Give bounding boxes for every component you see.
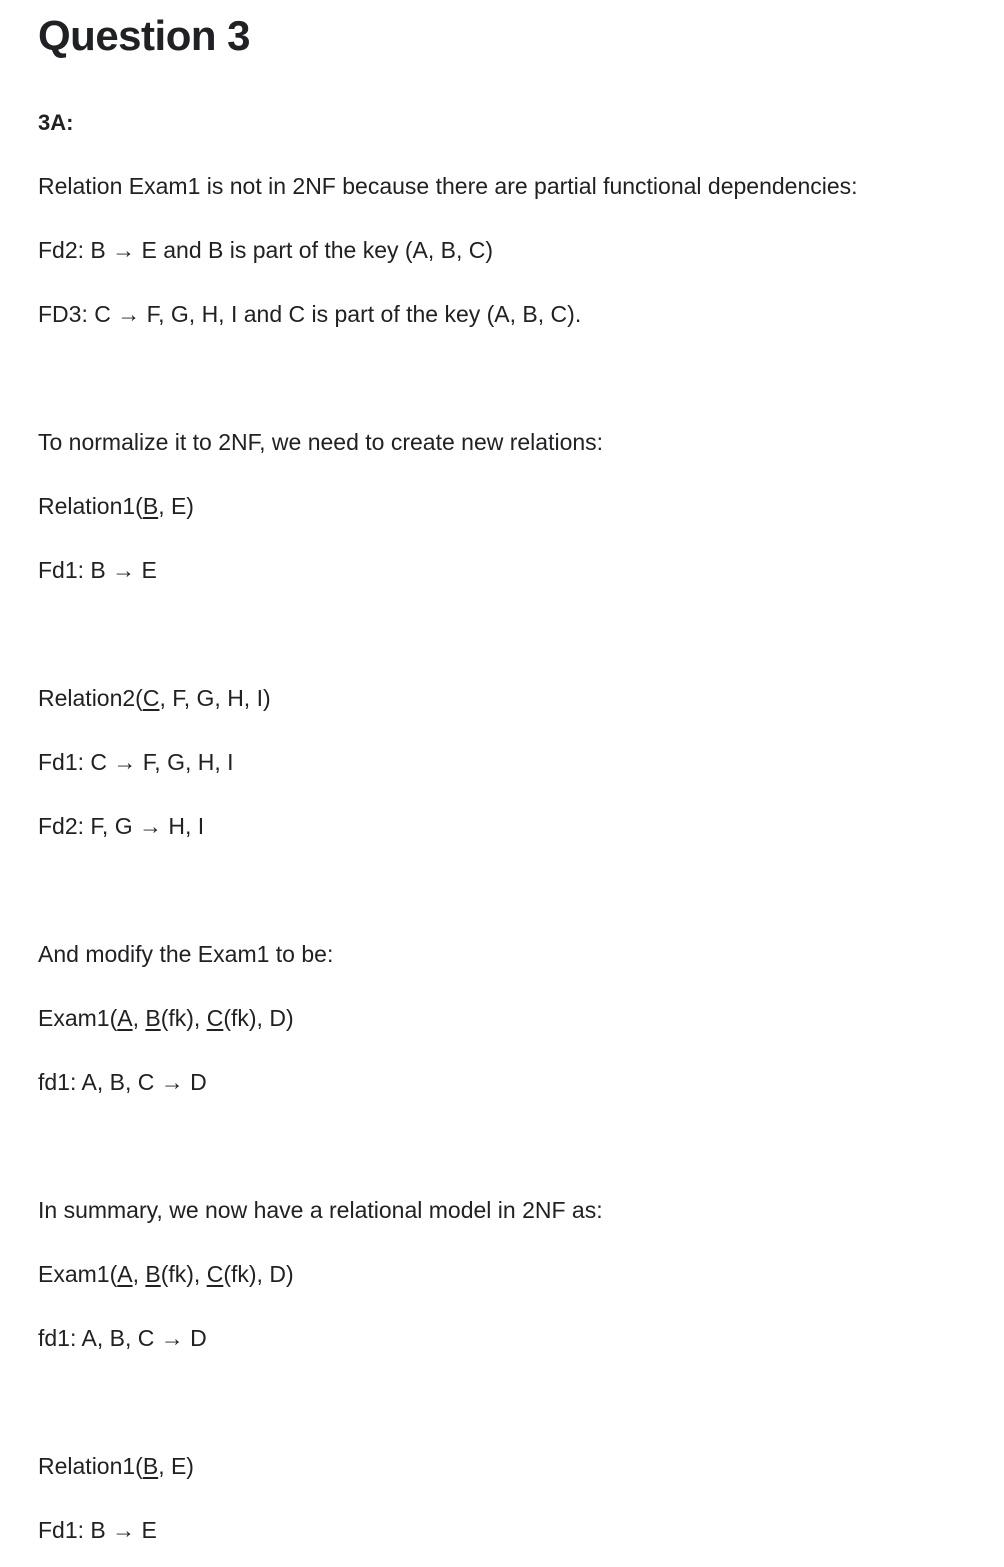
summary-exam1-key-b: B (145, 1261, 161, 1287)
exam1-suffix: (fk), D) (223, 1005, 294, 1031)
exam1-key-a: A (117, 1005, 133, 1031)
fd3-explanation: FD3: C → F, G, H, I and C is part of the… (38, 301, 582, 327)
modify-exam1-intro: And modify the Exam1 to be: (38, 941, 334, 967)
summary-relation1-fd1: Fd1: B → E (38, 1517, 157, 1543)
summary-relation1-key: B (142, 1453, 159, 1479)
partial-dependency-intro: Relation Exam1 is not in 2NF because the… (38, 173, 858, 199)
exam1-schema: Exam1(A, B(fk), C(fk), D) (38, 1004, 294, 1032)
exam1-key-b: B (145, 1005, 161, 1031)
section-heading-3a: 3A: (38, 110, 74, 135)
summary-relation1-prefix: Relation1( (38, 1453, 143, 1479)
relation1-prefix: Relation1( (38, 493, 143, 519)
summary-exam1-sep1: , (132, 1261, 146, 1287)
page-title: Question 3 (38, 12, 251, 59)
relation1-fd1: Fd1: B → E (38, 557, 157, 583)
summary-exam1-schema: Exam1(A, B(fk), C(fk), D) (38, 1260, 294, 1288)
summary-exam1-key-c: C (206, 1261, 224, 1287)
summary-relation1-schema: Relation1(B, E) (38, 1452, 194, 1480)
summary-exam1-prefix: Exam1( (38, 1261, 118, 1287)
relation2-prefix: Relation2( (38, 685, 143, 711)
normalize-intro: To normalize it to 2NF, we need to creat… (38, 429, 604, 455)
exam1-fd1: fd1: A, B, C → D (38, 1069, 207, 1095)
exam1-sep2: (fk), (160, 1005, 207, 1031)
summary-intro: In summary, we now have a relational mod… (38, 1197, 603, 1223)
summary-exam1-fd1: fd1: A, B, C → D (38, 1325, 207, 1351)
relation2-key: C (142, 685, 160, 711)
exam1-key-c: C (206, 1005, 224, 1031)
summary-relation1-suffix: , E) (158, 1453, 194, 1479)
relation2-fd1: Fd1: C → F, G, H, I (38, 749, 234, 775)
summary-exam1-sep2: (fk), (160, 1261, 207, 1287)
relation2-schema: Relation2(C, F, G, H, I) (38, 684, 271, 712)
relation1-key: B (142, 493, 159, 519)
summary-exam1-suffix: (fk), D) (223, 1261, 294, 1287)
exam1-prefix: Exam1( (38, 1005, 118, 1031)
relation2-fd2: Fd2: F, G → H, I (38, 813, 205, 839)
exam1-sep1: , (132, 1005, 146, 1031)
fd2-explanation: Fd2: B → E and B is part of the key (A, … (38, 237, 494, 263)
relation1-schema: Relation1(B, E) (38, 492, 194, 520)
summary-exam1-key-a: A (117, 1261, 133, 1287)
relation2-suffix: , F, G, H, I) (159, 685, 271, 711)
relation1-suffix: , E) (158, 493, 194, 519)
